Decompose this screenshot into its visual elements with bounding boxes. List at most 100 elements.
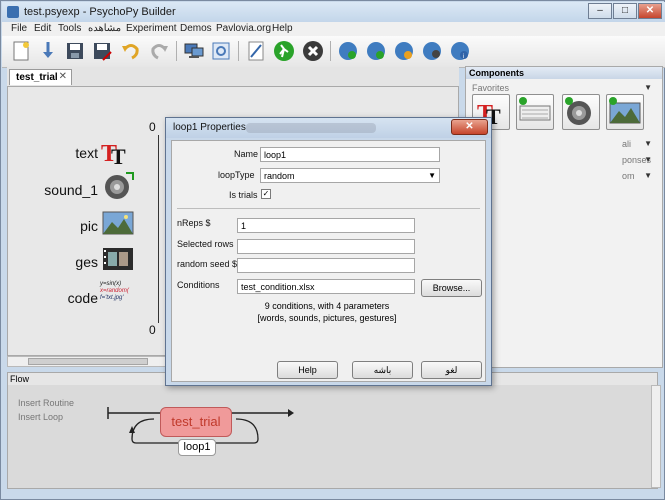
- flow-vertical-scrollbar[interactable]: [651, 385, 661, 488]
- menu-demos[interactable]: Demos: [180, 23, 212, 34]
- blurred-background-text: [246, 123, 376, 133]
- svg-text:T: T: [111, 144, 126, 167]
- sound-component-icon: [565, 97, 591, 125]
- open-icon[interactable]: [37, 40, 59, 62]
- pavlovia-project-icon[interactable]: [393, 40, 415, 62]
- image-component-icon[interactable]: [102, 209, 136, 239]
- timeline-start-top: 0: [149, 120, 156, 134]
- keyboard-component-icon: [519, 97, 551, 121]
- menu-tools[interactable]: Tools: [58, 23, 81, 34]
- divider: [177, 208, 480, 209]
- category-label: ali: [622, 139, 632, 149]
- scrollbar-thumb[interactable]: [28, 358, 148, 365]
- menu-help[interactable]: Help: [272, 23, 293, 34]
- looptype-select[interactable]: random ▼: [260, 168, 440, 183]
- looptype-label: loopType: [218, 170, 255, 180]
- chevron-down-icon: ▼: [428, 171, 436, 180]
- redo-icon[interactable]: [148, 40, 170, 62]
- pavlovia-search-icon[interactable]: [365, 40, 387, 62]
- dialog-close-button[interactable]: ✕: [451, 119, 488, 135]
- component-sound-label[interactable]: sound_1: [8, 182, 98, 198]
- menu-bar: File Edit Tools مشاهده Experiment Demos …: [2, 22, 665, 36]
- stop-icon[interactable]: [302, 40, 324, 62]
- name-field[interactable]: loop1: [260, 147, 440, 162]
- category-responses[interactable]: ponses ▼: [472, 155, 652, 165]
- menu-file[interactable]: File: [11, 23, 27, 34]
- sound-component-icon[interactable]: [102, 171, 136, 201]
- chevron-down-icon: ▼: [644, 139, 652, 148]
- menu-view[interactable]: مشاهده: [88, 23, 121, 34]
- nreps-field[interactable]: 1: [237, 218, 415, 233]
- selected-rows-label: Selected rows: [177, 239, 234, 249]
- ok-button[interactable]: باشه: [352, 361, 413, 379]
- component-code-label[interactable]: code: [8, 290, 98, 306]
- title-bar: test.psyexp - PsychoPy Builder – □ ✕: [2, 2, 665, 22]
- loop-properties-dialog: loop1 Properties ✕ Name loop1 loopType r…: [165, 117, 492, 386]
- components-panel-title: Components: [466, 67, 662, 79]
- pavlovia-sync-icon[interactable]: [337, 40, 359, 62]
- category-stimuli[interactable]: ali ▼: [472, 139, 652, 149]
- selected-rows-field[interactable]: [237, 239, 415, 254]
- category-label: Favorites: [472, 83, 510, 93]
- category-custom[interactable]: om ▼: [472, 171, 652, 181]
- pavlovia-user-icon[interactable]: [421, 40, 443, 62]
- category-favorites[interactable]: Favorites ▼: [472, 83, 652, 93]
- components-panel: Components Favorites ▼ T T ali ▼ ponses …: [465, 66, 663, 368]
- monitor-icon[interactable]: [183, 40, 205, 62]
- svg-text:i: i: [463, 54, 464, 60]
- dialog-title: loop1 Properties: [173, 122, 246, 133]
- help-button[interactable]: Help: [277, 361, 338, 379]
- menu-pavlovia[interactable]: Pavlovia.org: [216, 23, 271, 34]
- timeline-axis: [158, 135, 159, 323]
- component-pic-label[interactable]: pic: [8, 218, 98, 234]
- looptype-value: random: [264, 171, 295, 181]
- browse-button[interactable]: Browse...: [421, 279, 482, 297]
- compile-script-icon[interactable]: [245, 40, 267, 62]
- menu-edit[interactable]: Edit: [34, 23, 51, 34]
- routine-tab-strip: [7, 67, 459, 86]
- experiment-settings-icon[interactable]: [210, 40, 232, 62]
- component-ges-label[interactable]: ges: [8, 254, 98, 270]
- save-icon[interactable]: [64, 40, 86, 62]
- timeline-start-bottom: 0: [149, 323, 156, 337]
- tab-test-trial[interactable]: test_trial ✕: [9, 69, 72, 85]
- code-component-icon[interactable]: y=sin(x) x=random( f='txt.jpg': [100, 281, 140, 311]
- menu-experiment[interactable]: Experiment: [126, 23, 177, 34]
- chevron-down-icon: ▼: [644, 171, 652, 180]
- image-component-icon: [609, 97, 641, 124]
- maximize-button[interactable]: □: [613, 3, 637, 19]
- conditions-parameters: [words, sounds, pictures, gestures]: [257, 313, 397, 323]
- code-icon-line: f='txt.jpg': [100, 295, 124, 301]
- new-file-icon[interactable]: [10, 40, 32, 62]
- category-label: om: [622, 171, 635, 181]
- text-component-icon[interactable]: T T: [100, 137, 134, 167]
- component-text-label[interactable]: text: [8, 145, 98, 161]
- pavlovia-info-icon[interactable]: i: [449, 40, 471, 62]
- conditions-summary: 9 conditions, with 4 parameters: [264, 301, 390, 311]
- tab-close-icon[interactable]: ✕: [59, 71, 67, 82]
- istrials-label: Is trials: [229, 190, 258, 200]
- close-button[interactable]: ✕: [638, 3, 662, 19]
- favorite-image-button[interactable]: [606, 94, 644, 130]
- random-seed-label: random seed $: [177, 259, 238, 269]
- minimize-button[interactable]: –: [588, 3, 612, 19]
- conditions-field[interactable]: test_condition.xlsx: [237, 279, 415, 294]
- favorite-keyboard-button[interactable]: [516, 94, 554, 130]
- cancel-button[interactable]: لغو: [421, 361, 482, 379]
- undo-icon[interactable]: [120, 40, 142, 62]
- insert-loop-link[interactable]: Insert Loop: [18, 412, 63, 422]
- insert-routine-link[interactable]: Insert Routine: [18, 398, 74, 408]
- flow-loop-label[interactable]: loop1: [178, 439, 216, 456]
- flow-panel: Flow Insert Routine Insert Loop test_tri…: [7, 372, 658, 489]
- istrials-checkbox[interactable]: ✓: [261, 189, 271, 199]
- code-icon-line: y=sin(x): [100, 281, 122, 287]
- favorite-sound-button[interactable]: [562, 94, 600, 130]
- random-seed-field[interactable]: [237, 258, 415, 273]
- save-as-icon[interactable]: [91, 40, 113, 62]
- toolbar: i: [2, 36, 665, 68]
- flow-routine-test-trial[interactable]: test_trial: [160, 407, 232, 437]
- run-icon[interactable]: [273, 40, 295, 62]
- nreps-label: nReps $: [177, 218, 211, 228]
- name-label: Name: [234, 149, 259, 159]
- movie-component-icon[interactable]: [102, 244, 136, 274]
